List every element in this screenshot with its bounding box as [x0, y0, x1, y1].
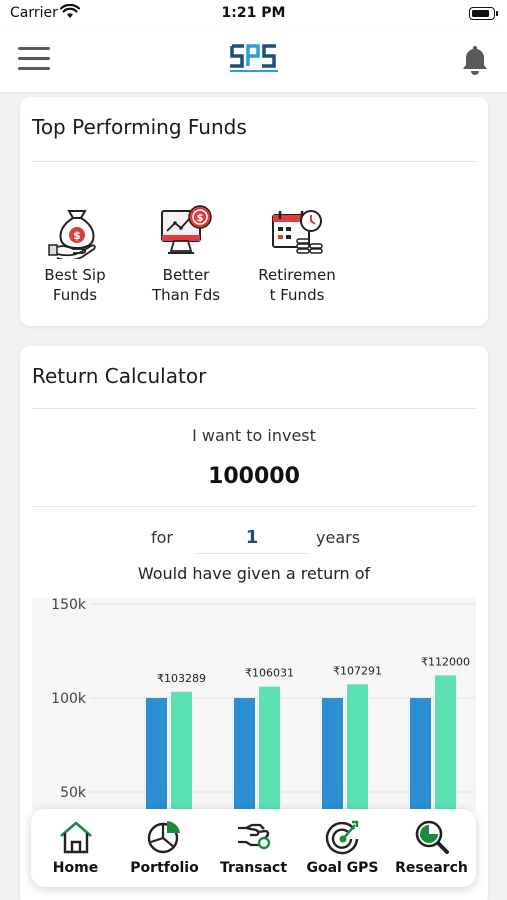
top-funds-title: Top Performing Funds: [32, 115, 247, 139]
return-label: Would have given a return of: [137, 564, 371, 583]
fund-item-best-sip[interactable]: $ Best Sip Funds: [20, 205, 130, 305]
invest-amount-input[interactable]: 100000: [20, 464, 488, 489]
for-label: for: [151, 528, 173, 547]
calculator-divider: [32, 408, 476, 409]
fund-label: Retiremen t Funds: [258, 266, 336, 304]
hamburger-menu-icon[interactable]: [18, 47, 50, 71]
battery-icon: [469, 7, 498, 20]
fund-label: Better Than Fds: [151, 266, 221, 304]
years-label: years: [316, 528, 361, 547]
bar-data-label: ₹112000: [421, 655, 470, 668]
fund-item-better-than-fds[interactable]: $ Better Than Fds: [131, 205, 241, 305]
money-bag-hand-icon: $: [48, 210, 96, 259]
bell-icon[interactable]: [461, 43, 489, 75]
nav-label: Research: [395, 860, 468, 876]
nav-portfolio[interactable]: Portfolio: [120, 819, 209, 876]
hand-coin-icon: [237, 823, 270, 850]
target-icon: [325, 820, 358, 855]
invested-bar: [146, 698, 167, 810]
return-bar: [171, 691, 192, 810]
nav-transact[interactable]: Transact: [209, 819, 298, 876]
invested-bar: [410, 698, 431, 810]
return-chart: 150k 100k 50k ₹103289 ₹106031 ₹107291 ₹112000: [32, 598, 476, 810]
nav-research[interactable]: Research: [387, 819, 476, 876]
calendar-clock-coins-icon: [272, 210, 323, 254]
years-input[interactable]: 1: [196, 522, 308, 554]
return-calculator-title: Return Calculator: [32, 364, 207, 388]
nav-label: Transact: [219, 860, 288, 876]
chart-monitor-coin-icon: $: [161, 205, 212, 254]
bar-data-label: ₹107291: [333, 664, 382, 677]
y-tick-label: 150k: [51, 598, 87, 613]
invested-bar: [322, 698, 343, 810]
return-bar: [435, 675, 456, 810]
invested-bar: [234, 698, 255, 810]
magnifier-chart-icon: [415, 820, 449, 854]
y-tick-label: 50k: [60, 785, 87, 801]
home-icon: [59, 821, 92, 854]
return-bar: [347, 684, 368, 810]
status-bar: Carrier 1:21 PM: [0, 0, 507, 30]
top-funds-card: Top Performing Funds $ Best Sip Funds $ …: [20, 97, 488, 326]
svg-text:$: $: [73, 229, 81, 242]
fund-label: Best Sip Funds: [44, 266, 106, 304]
invest-divider: [32, 506, 476, 507]
invest-label: I want to invest: [192, 426, 316, 445]
y-tick-label: 100k: [51, 691, 87, 707]
fund-item-retirement[interactable]: Retiremen t Funds: [242, 205, 352, 305]
svg-text:$: $: [197, 213, 204, 224]
bar-data-label: ₹103289: [157, 672, 206, 685]
return-bar: [259, 686, 280, 810]
app-header: [0, 30, 507, 92]
status-time: 1:21 PM: [221, 5, 286, 21]
nav-goal-gps[interactable]: Goal GPS: [298, 819, 387, 876]
nav-home[interactable]: Home: [31, 819, 120, 876]
bar-data-label: ₹106031: [245, 667, 294, 680]
bottom-navigation: Home Portfolio Transact Goal GPS Researc…: [31, 809, 476, 887]
nav-label: Home: [52, 860, 99, 876]
top-funds-divider: [32, 161, 476, 162]
nav-label: Portfolio: [130, 860, 199, 876]
pie-chart-icon: [147, 821, 180, 854]
nav-label: Goal GPS: [306, 860, 379, 876]
sps-logo-icon[interactable]: [228, 40, 280, 78]
return-bar-chart: 150k 100k 50k ₹103289 ₹106031 ₹107291 ₹112000: [51, 598, 476, 810]
